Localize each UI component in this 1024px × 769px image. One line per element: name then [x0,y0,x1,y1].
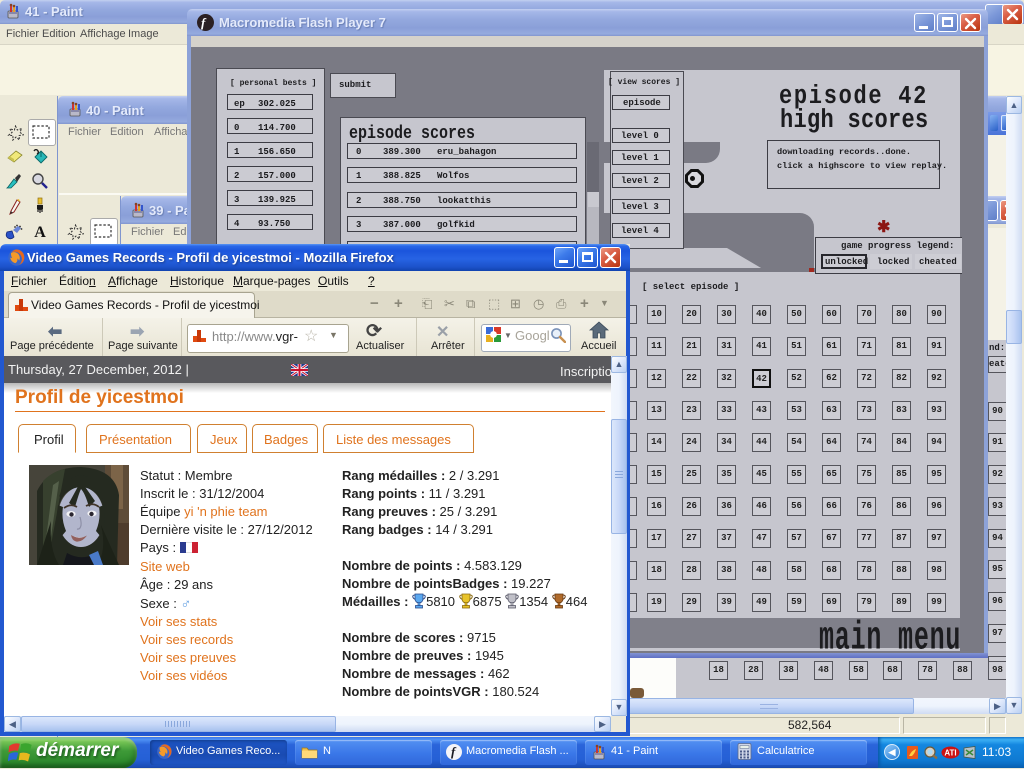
svg-text:A: A [34,224,46,239]
svg-text:ATI: ATI [944,749,956,758]
